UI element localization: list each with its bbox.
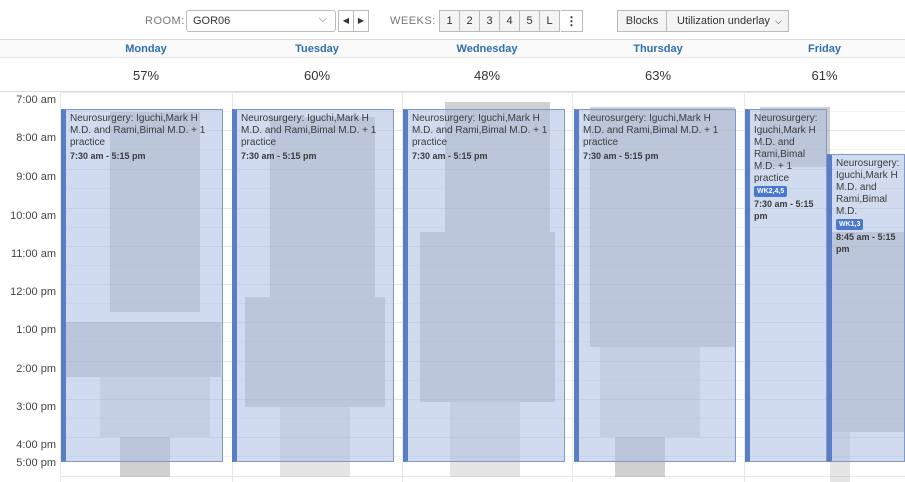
utilization-row: 57% 60% 48% 63% 61% bbox=[0, 58, 905, 92]
block-time: 7:30 am - 5:15 pm bbox=[754, 199, 814, 221]
kebab-icon: ⋮ bbox=[565, 14, 578, 28]
calendar-grid: 7:00 am 8:00 am 9:00 am 10:00 am 11:00 a… bbox=[0, 92, 905, 482]
block-time: 7:30 am - 5:15 pm bbox=[583, 151, 659, 161]
block-time: 7:30 am - 5:15 pm bbox=[70, 151, 146, 161]
block-tuesday[interactable]: Neurosurgery: Iguchi,Mark H M.D. and Ram… bbox=[232, 109, 394, 462]
week-badge: WK2,4,5 bbox=[754, 186, 788, 197]
block-name: Neurosurgery: Iguchi,Mark H M.D. and Ram… bbox=[412, 113, 548, 148]
week-2-button[interactable]: 2 bbox=[459, 10, 479, 32]
next-room-button[interactable]: ▶ bbox=[353, 10, 369, 32]
time-label: 10:00 am bbox=[10, 210, 56, 222]
hour-line bbox=[60, 92, 905, 93]
utilization-tuesday: 60% bbox=[303, 68, 331, 83]
day-header-friday[interactable]: Friday bbox=[744, 43, 905, 55]
caret-right-icon: ▶ bbox=[357, 16, 365, 25]
prev-room-button[interactable]: ◀ bbox=[338, 10, 354, 32]
block-friday-wk245[interactable]: Neurosurgery: Iguchi,Mark H M.D. and Ram… bbox=[745, 109, 827, 462]
time-label: 11:00 am bbox=[10, 248, 56, 260]
block-name: Neurosurgery: Iguchi,Mark H M.D. and Ram… bbox=[836, 158, 900, 217]
room-label: ROOM: bbox=[145, 15, 185, 27]
time-label: 8:00 am bbox=[16, 132, 56, 144]
week-4-button[interactable]: 4 bbox=[499, 10, 519, 32]
weeks-label: WEEKS: bbox=[390, 15, 436, 27]
block-monday[interactable]: Neurosurgery: Iguchi,Mark H M.D. and Ram… bbox=[61, 109, 223, 462]
room-select[interactable]: GOR06 ⌵ bbox=[186, 10, 336, 32]
week-5-button[interactable]: 5 bbox=[519, 10, 539, 32]
time-label: 7:00 am bbox=[16, 94, 56, 106]
block-thursday[interactable]: Neurosurgery: Iguchi,Mark H M.D. and Ram… bbox=[574, 109, 736, 462]
time-label: 2:00 pm bbox=[16, 363, 56, 375]
block-name: Neurosurgery: Iguchi,Mark H M.D. and Ram… bbox=[583, 113, 719, 148]
toolbar: ROOM: GOR06 ⌵ ◀ ▶ WEEKS: 1 2 3 4 5 L ⋮ B… bbox=[0, 0, 905, 40]
block-time: 7:30 am - 5:15 pm bbox=[241, 151, 317, 161]
block-name: Neurosurgery: Iguchi,Mark H M.D. and Ram… bbox=[70, 113, 206, 148]
utilization-friday: 61% bbox=[811, 68, 838, 83]
utilization-monday: 57% bbox=[132, 68, 160, 83]
caret-left-icon: ◀ bbox=[342, 16, 350, 25]
blocks-toggle-button[interactable]: Blocks bbox=[617, 10, 667, 32]
day-header-wednesday[interactable]: Wednesday bbox=[402, 43, 572, 55]
time-label: 3:00 pm bbox=[16, 401, 56, 413]
day-header-thursday[interactable]: Thursday bbox=[572, 43, 744, 55]
time-label: 12:00 pm bbox=[10, 286, 56, 298]
block-friday-wk13[interactable]: Neurosurgery: Iguchi,Mark H M.D. and Ram… bbox=[827, 154, 905, 462]
utilization-wednesday: 48% bbox=[473, 68, 501, 83]
day-header-tuesday[interactable]: Tuesday bbox=[232, 43, 402, 55]
time-label: 4:00 pm bbox=[16, 439, 56, 451]
time-label: 1:00 pm bbox=[16, 324, 56, 336]
block-time: 7:30 am - 5:15 pm bbox=[412, 151, 488, 161]
more-options-button[interactable]: ⋮ bbox=[561, 10, 583, 32]
block-time: 8:45 am - 5:15 pm bbox=[836, 232, 896, 254]
utilization-thursday: 63% bbox=[644, 68, 672, 83]
week-3-button[interactable]: 3 bbox=[479, 10, 499, 32]
block-name: Neurosurgery: Iguchi,Mark H M.D. and Ram… bbox=[754, 113, 818, 184]
day-divider bbox=[572, 92, 573, 482]
week-1-button[interactable]: 1 bbox=[439, 10, 459, 32]
day-header-monday[interactable]: Monday bbox=[60, 43, 232, 55]
time-label: 5:00 pm bbox=[16, 457, 56, 469]
utilization-underlay-label: Utilization underlay bbox=[677, 15, 770, 27]
time-label: 9:00 am bbox=[16, 171, 56, 183]
day-header-row: Monday Tuesday Wednesday Thursday Friday bbox=[0, 40, 905, 58]
block-wednesday[interactable]: Neurosurgery: Iguchi,Mark H M.D. and Ram… bbox=[403, 109, 565, 462]
utilization-underlay-dropdown[interactable]: Utilization underlay ⌵ bbox=[666, 10, 789, 32]
block-name: Neurosurgery: Iguchi,Mark H M.D. and Ram… bbox=[241, 113, 377, 148]
week-last-button[interactable]: L bbox=[539, 10, 560, 32]
chevron-down-icon: ⌵ bbox=[318, 13, 327, 25]
room-value: GOR06 bbox=[193, 15, 231, 27]
chevron-down-icon: ⌵ bbox=[775, 16, 782, 26]
week-badge: WK1,3 bbox=[836, 219, 864, 230]
